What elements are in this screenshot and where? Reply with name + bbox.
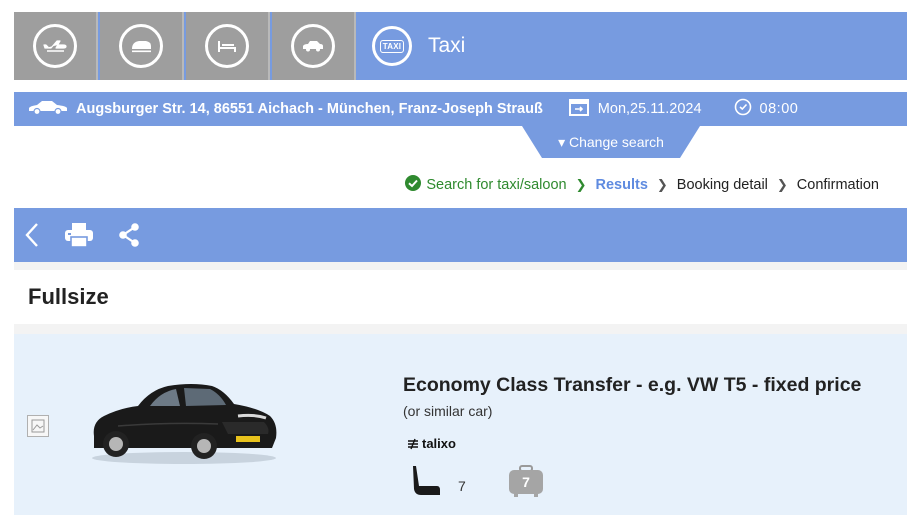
tab-hotel[interactable]	[186, 12, 270, 80]
seat-icon	[413, 466, 440, 495]
provider-logo: talixo	[407, 436, 456, 451]
vehicle-category-heading: Fullsize	[28, 284, 109, 309]
change-search-label: ▾ Change search	[558, 134, 664, 150]
calendar-icon	[568, 98, 589, 120]
share-icon	[119, 223, 139, 247]
offer-subtitle: (or similar car)	[403, 403, 493, 419]
step-confirmation: Confirmation	[796, 177, 879, 193]
route-text: Augsburger Str. 14, 86551 Aichach - Münc…	[76, 101, 543, 117]
chevron-right-icon: ❯	[575, 177, 587, 192]
plane-icon	[33, 24, 77, 68]
result-card[interactable]: Economy Class Transfer - e.g. VW T5 - fi…	[14, 334, 907, 515]
travel-type-tabbar: TAXI Taxi	[14, 12, 907, 80]
chevron-left-icon	[25, 223, 38, 247]
search-summary-bar: Augsburger Str. 14, 86551 Aichach - Münc…	[14, 92, 907, 126]
seat-count: 7	[458, 478, 466, 494]
tab-taxi-label: Taxi	[428, 34, 466, 57]
change-search-button[interactable]: ▾ Change search	[522, 126, 700, 158]
luggage-capacity: 7	[507, 465, 545, 497]
tab-car[interactable]	[272, 12, 356, 80]
car-icon	[291, 24, 335, 68]
divider	[14, 324, 907, 334]
travel-date: Mon,25.11.2024	[597, 101, 702, 117]
step-booking-detail: Booking detail	[676, 177, 768, 193]
step-results: Results	[595, 177, 648, 193]
travel-time: 08:00	[759, 101, 799, 117]
back-button[interactable]	[24, 222, 40, 248]
tab-flight[interactable]	[14, 12, 98, 80]
vehicle-image	[92, 384, 277, 464]
car-icon	[28, 99, 68, 119]
provider-name: talixo	[422, 436, 456, 451]
chevron-right-icon: ❯	[656, 177, 668, 192]
step-search[interactable]: Search for taxi/saloon	[405, 175, 567, 195]
image-placeholder-icon	[27, 415, 49, 437]
bed-icon	[205, 24, 249, 68]
results-toolbar	[14, 208, 907, 262]
taxi-search-page: TAXI Taxi Augsburger Str. 14, 86551 Aich…	[14, 12, 907, 515]
chevron-right-icon: ❯	[776, 177, 788, 192]
check-circle-icon	[405, 175, 422, 195]
share-button[interactable]	[118, 222, 140, 248]
divider	[14, 262, 907, 270]
luggage-count: 7	[522, 474, 530, 490]
booking-steps-breadcrumb: Search for taxi/saloon ❯ Results ❯ Booki…	[405, 175, 879, 195]
clock-icon	[734, 98, 752, 120]
taxi-chip-label: TAXI	[379, 39, 405, 53]
print-button[interactable]	[64, 222, 94, 248]
seat-capacity: 7	[411, 464, 466, 498]
offer-title[interactable]: Economy Class Transfer - e.g. VW T5 - fi…	[403, 374, 861, 397]
tab-train[interactable]	[100, 12, 184, 80]
train-icon	[119, 24, 163, 68]
step-search-label: Search for taxi/saloon	[426, 177, 567, 193]
talixo-logo-icon	[408, 438, 418, 449]
taxi-icon: TAXI	[372, 26, 412, 66]
tab-taxi[interactable]: TAXI Taxi	[358, 12, 465, 80]
printer-icon	[65, 223, 93, 248]
